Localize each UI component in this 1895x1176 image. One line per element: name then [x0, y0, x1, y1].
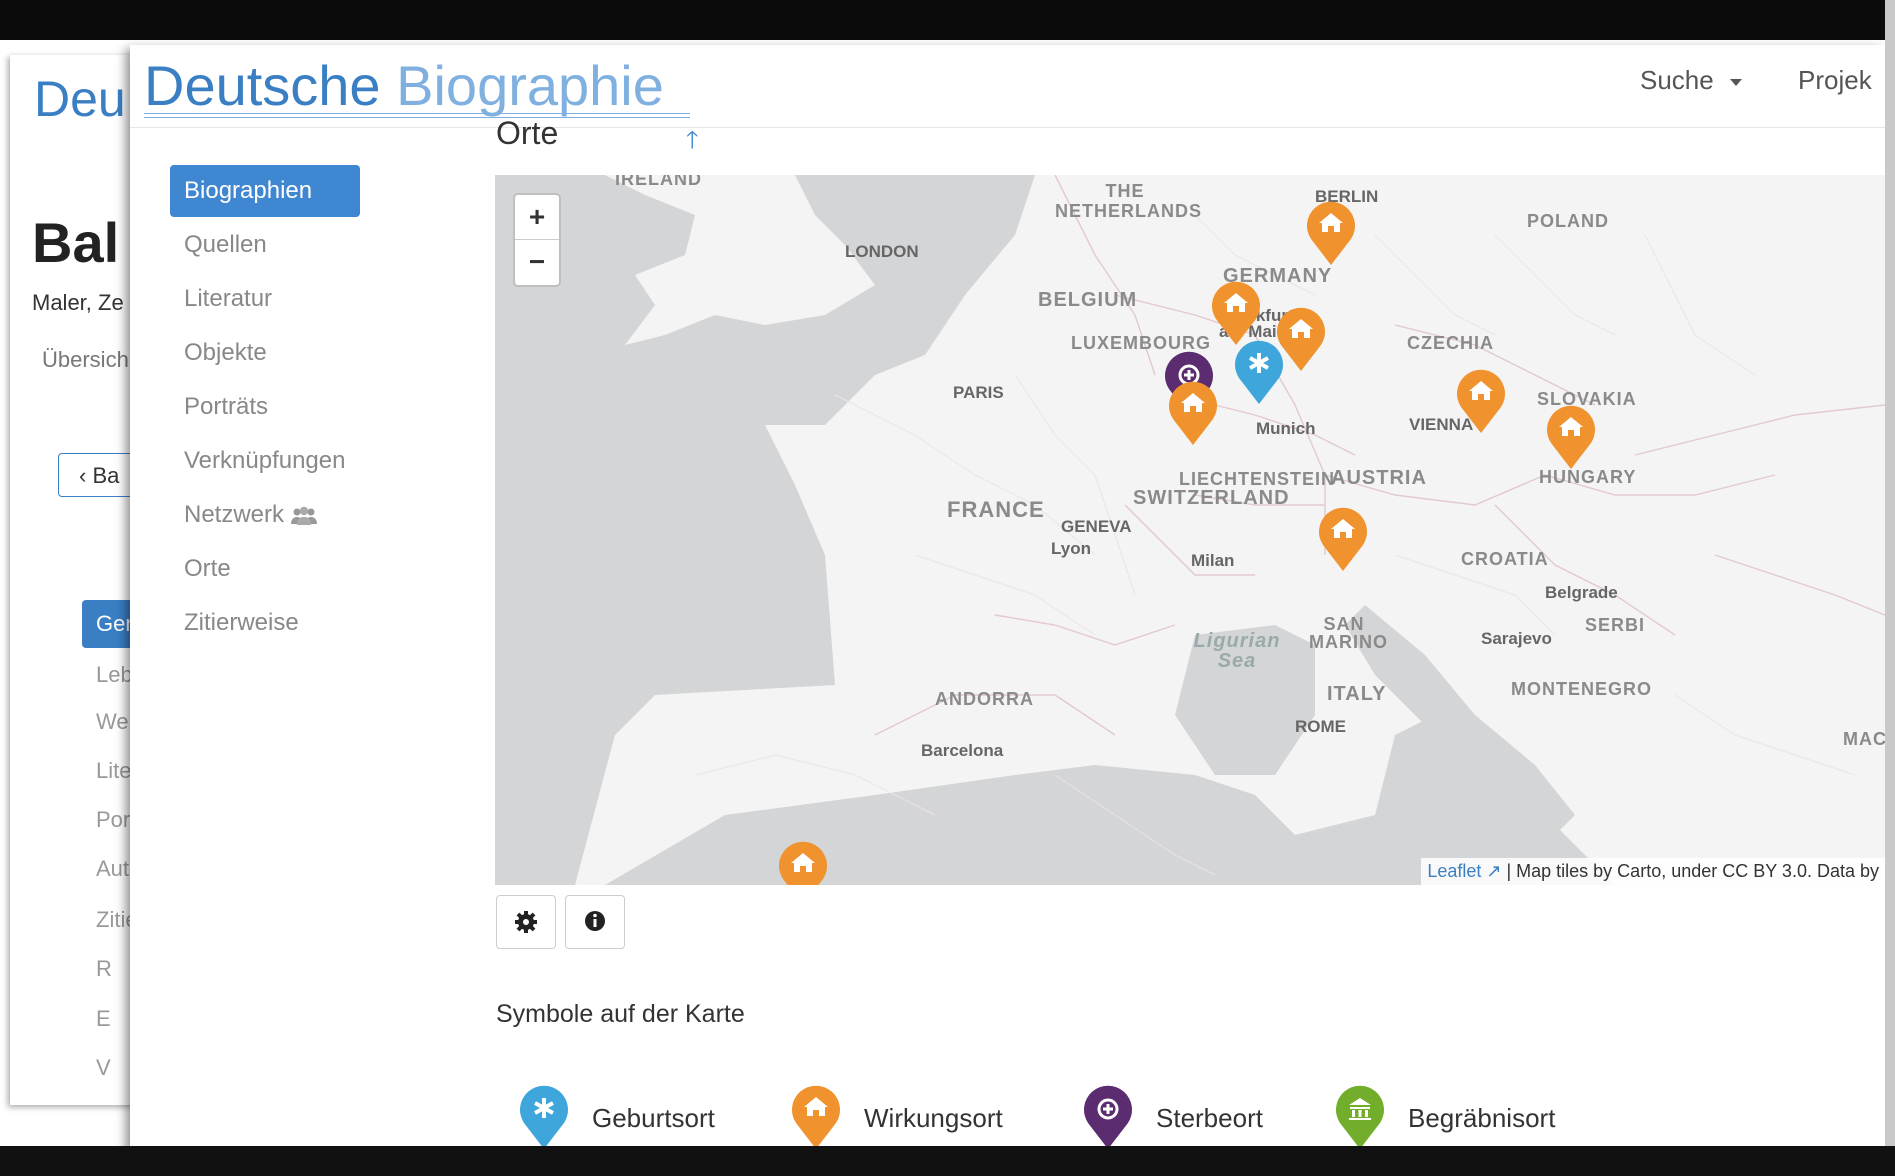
map-label: Munich — [1256, 419, 1316, 438]
arrow-up-icon[interactable]: 🡑 — [686, 123, 698, 164]
sidebar-item-verknuepfungen[interactable]: Verknüpfungen — [170, 435, 370, 487]
map-label: SWITZERLAND — [1133, 487, 1290, 509]
legend-item-begraebnisort: Begräbnisort — [1334, 1085, 1555, 1151]
zoom-control: + − — [513, 193, 561, 287]
legend-item-sterbeort: Sterbeort — [1082, 1085, 1263, 1151]
map-view[interactable]: + − IRELAND THE NETHERLANDS BERLIN POLAN… — [495, 175, 1885, 885]
asterisk-icon — [520, 1085, 568, 1149]
map-label: ROME — [1295, 717, 1346, 736]
map-label: Ligurian Sea — [1193, 630, 1281, 672]
map-label: Barcelona — [921, 741, 1004, 760]
sidebar-item-portraets[interactable]: Porträts — [170, 381, 370, 433]
sidebar-item-label: Netzwerk — [184, 501, 285, 528]
sidebar-item-netzwerk[interactable]: Netzwerk — [170, 489, 370, 541]
users-icon — [291, 506, 318, 525]
bg-subtitle: Maler, Ze — [32, 290, 124, 315]
bg-item[interactable]: V — [96, 1055, 111, 1081]
bank-icon — [1336, 1085, 1384, 1149]
map-label: CZECHIA — [1407, 333, 1494, 353]
caret-down-icon — [1730, 79, 1742, 86]
sidebar-item-biographien[interactable]: Biographien — [170, 165, 360, 217]
map-label: CROATIA — [1461, 549, 1549, 569]
legend-label: Geburtsort — [592, 1102, 715, 1133]
bg-logo: Deu — [34, 71, 126, 127]
top-navbar: Deutsche Biographie Suche Projek — [130, 45, 1885, 128]
sidebar-item-quellen[interactable]: Quellen — [170, 219, 370, 271]
sidebar-item-orte[interactable]: Orte — [170, 543, 370, 595]
bg-back-label: Ba — [92, 463, 120, 488]
map-label: GENEVA — [1061, 517, 1132, 536]
section-title: Orte — [496, 115, 559, 151]
info-icon — [585, 911, 605, 931]
sidebar-nav: Biographien Quellen Literatur Objekte Po… — [170, 165, 370, 651]
home-icon — [792, 1085, 840, 1149]
map-marker-wirkungsort[interactable] — [1317, 507, 1369, 573]
legend-item-wirkungsort: Wirkungsort — [790, 1085, 1003, 1151]
map-label: Lyon — [1051, 539, 1091, 558]
map-label: Milan — [1191, 551, 1235, 570]
map-base — [495, 175, 1885, 885]
map-marker-wirkungsort[interactable] — [1210, 281, 1262, 347]
map-label: POLAND — [1527, 211, 1609, 231]
bg-item[interactable]: Aut — [96, 856, 129, 882]
leaflet-link[interactable]: Leaflet — [1427, 861, 1481, 881]
map-label: BELGIUM — [1038, 289, 1138, 311]
zoom-in-button[interactable]: + — [515, 195, 559, 240]
settings-button[interactable] — [496, 895, 556, 949]
info-button[interactable] — [565, 895, 625, 949]
map-marker-wirkungsort[interactable] — [1305, 201, 1357, 267]
map-marker-geburtsort[interactable] — [1233, 340, 1285, 406]
plus-circle-icon — [1084, 1085, 1132, 1149]
map-label: MONTENEGRO — [1511, 679, 1653, 699]
bg-item[interactable]: Leb — [96, 662, 133, 688]
legend-label: Begräbnisort — [1408, 1102, 1556, 1133]
torn-edge-right — [1885, 0, 1895, 1176]
torn-edge-top — [0, 0, 1895, 40]
map-label: Sarajevo — [1481, 629, 1552, 648]
map-label: MAC — [1843, 729, 1885, 749]
map-label: SAN MARINO — [1309, 614, 1388, 652]
sidebar-item-objekte[interactable]: Objekte — [170, 327, 370, 379]
nav-project[interactable]: Projek — [1798, 65, 1872, 96]
map-label: SERBI — [1585, 615, 1646, 635]
bg-item[interactable]: Lite — [96, 758, 131, 784]
map-label: Belgrade — [1545, 583, 1618, 602]
bg-item[interactable]: E — [96, 1006, 111, 1032]
legend-title: Symbole auf der Karte — [496, 1000, 745, 1028]
map-label: THE NETHERLANDS — [1055, 181, 1203, 221]
map-label: LONDON — [845, 242, 919, 261]
main-window: Deutsche Biographie Suche Projek Biograp… — [130, 45, 1885, 1155]
map-label: PARIS — [953, 383, 1004, 402]
map-label: ANDORRA — [935, 689, 1034, 709]
logo-part1: Deutsche — [144, 54, 381, 117]
attribution-text: | Map tiles by Carto, under CC BY 3.0. D… — [1501, 861, 1879, 881]
sidebar-item-zitierweise[interactable]: Zitierweise — [170, 597, 370, 649]
legend-label: Sterbeort — [1156, 1102, 1263, 1133]
bg-overview-link[interactable]: Übersich — [42, 347, 129, 373]
map-label: AUSTRIA — [1331, 467, 1427, 489]
zoom-out-button[interactable]: − — [515, 240, 559, 284]
map-marker-wirkungsort[interactable] — [1167, 381, 1219, 447]
gear-icon — [515, 911, 537, 933]
map-marker-wirkungsort[interactable] — [777, 841, 829, 885]
legend-label: Wirkungsort — [864, 1102, 1003, 1133]
map-label: FRANCE — [947, 497, 1045, 522]
logo-part2: Biographie — [396, 54, 664, 117]
map-label: IRELAND — [615, 175, 702, 189]
legend-item-geburtsort: Geburtsort — [518, 1085, 715, 1151]
map-marker-wirkungsort[interactable] — [1545, 405, 1597, 471]
bg-page-title: Bal — [32, 211, 120, 274]
torn-edge-bottom — [0, 1146, 1895, 1176]
map-marker-wirkungsort[interactable] — [1455, 369, 1507, 435]
sidebar-item-literatur[interactable]: Literatur — [170, 273, 370, 325]
logo-underline — [144, 113, 690, 118]
external-link-icon: ↗ — [1481, 861, 1502, 881]
map-attribution: Leaflet ↗ | Map tiles by Carto, under CC… — [1421, 858, 1885, 885]
bg-item[interactable]: R — [96, 956, 112, 982]
nav-search-dropdown[interactable]: Suche — [1640, 65, 1714, 96]
map-label: ITALY — [1327, 683, 1387, 705]
